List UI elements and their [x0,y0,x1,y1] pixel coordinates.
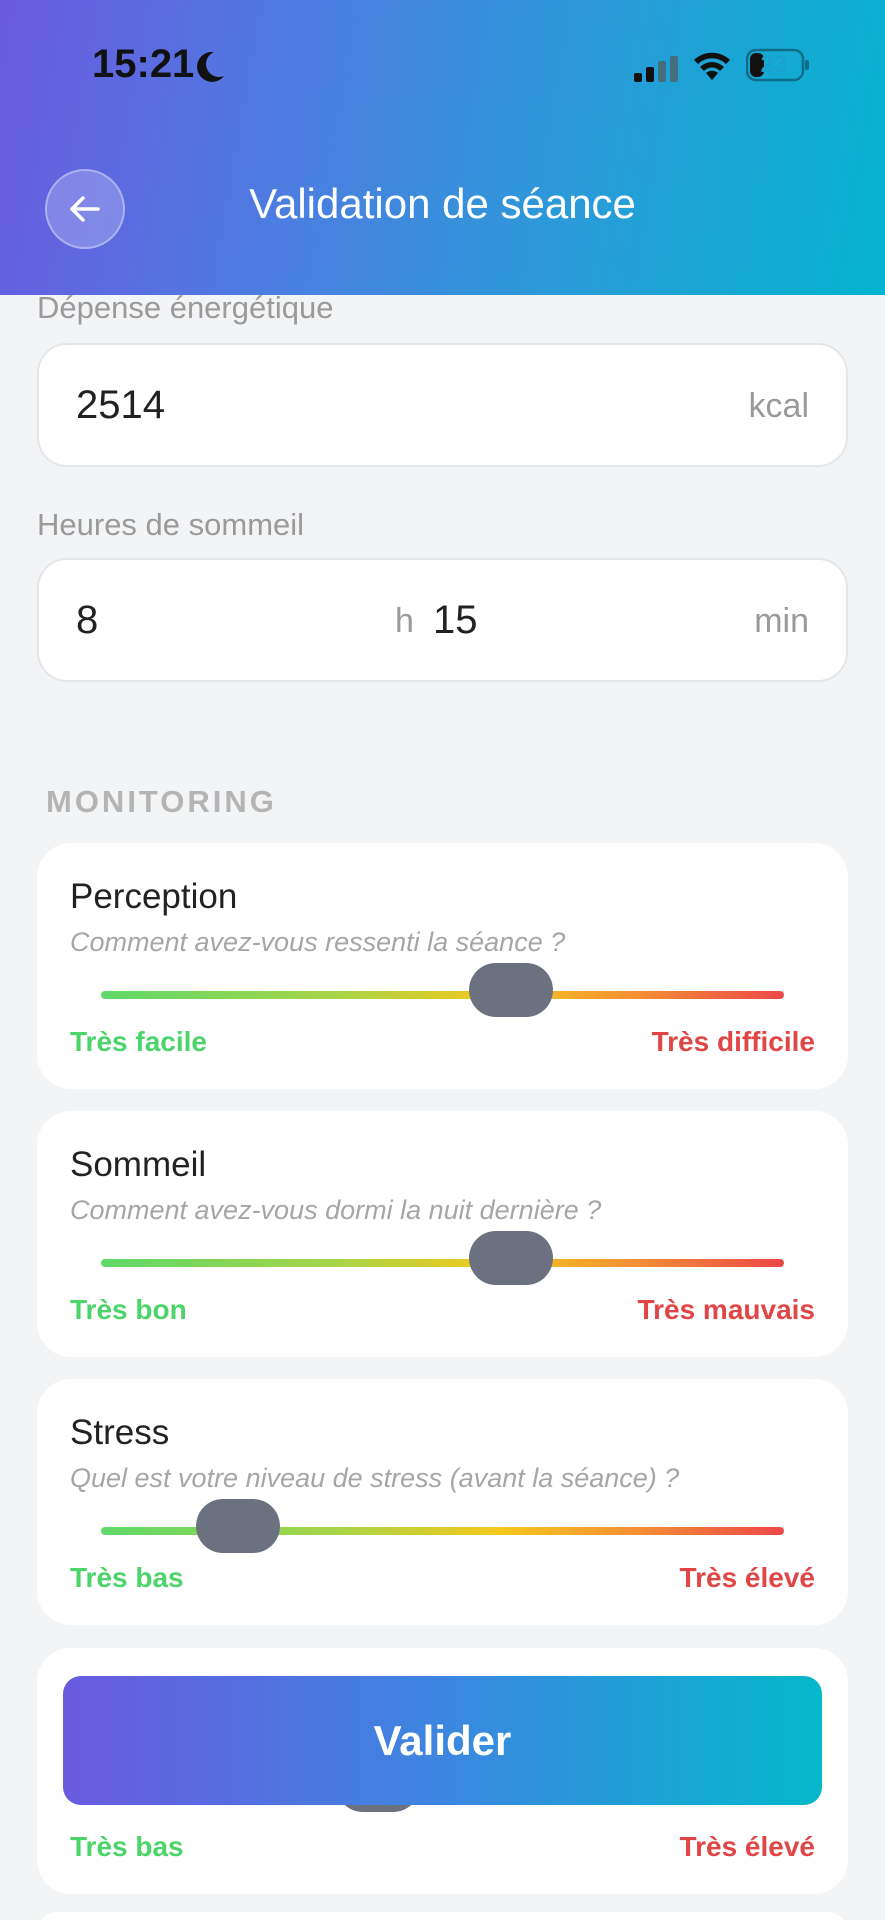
stress-title: Stress [70,1413,170,1452]
perception-max-label: Très difficile [651,1026,815,1057]
stress-min-label: Très bas [70,1562,184,1593]
sleep-max-label: Très mauvais [637,1294,815,1325]
monitoring-section-title: MONITORING [46,784,277,819]
sleep-card: Sommeil Comment avez-vous dormi la nuit … [37,1111,848,1357]
sleep-title: Sommeil [70,1145,207,1184]
next-card-edge [37,1912,848,1920]
sleep-subtitle: Comment avez-vous dormi la nuit dernière… [70,1195,602,1225]
battery-level: 23 [760,51,788,78]
energy-value[interactable]: 2514 [76,383,165,428]
extra-min-label: Très bas [70,1831,184,1862]
validate-card: Valider Très bas Très élevé [37,1648,848,1894]
sleep-slider-track[interactable] [101,1259,784,1267]
energy-label: Dépense énergétique [37,290,334,325]
energy-field[interactable]: 2514 kcal [37,343,848,467]
sleep-hours-field[interactable]: 8 h 15 min [37,558,848,682]
stress-max-label: Très élevé [679,1562,815,1593]
moon-icon [197,51,224,82]
minutes-unit: min [754,602,809,640]
validate-button[interactable]: Valider [63,1676,822,1805]
perception-card: Perception Comment avez-vous ressenti la… [37,843,848,1089]
status-bar: 15:21 23 [0,0,885,130]
stress-subtitle: Quel est votre niveau de stress (avant l… [70,1463,680,1493]
sleep-hours-label: Heures de sommeil [37,507,305,542]
perception-subtitle: Comment avez-vous ressenti la séance ? [70,927,566,957]
sleep-min-label: Très bon [70,1294,187,1325]
stress-card: Stress Quel est votre niveau de stress (… [37,1379,848,1625]
page-title: Validation de séance [249,180,636,227]
status-time: 15:21 [92,42,195,86]
wifi-icon [694,52,730,80]
hours-unit: h [395,602,414,640]
extra-max-label: Très élevé [679,1831,815,1862]
sleep-minutes-input[interactable]: 15 [433,598,478,643]
perception-slider-thumb[interactable] [468,963,553,1017]
sleep-slider-thumb[interactable] [468,1231,553,1285]
sleep-hours-input[interactable]: 8 [76,598,98,643]
perception-min-label: Très facile [70,1026,207,1057]
energy-unit: kcal [748,387,809,425]
stress-slider-thumb[interactable] [195,1499,280,1553]
app-header: 15:21 23 Validation de séance [0,0,885,295]
signal-icon [634,56,678,82]
perception-slider-track[interactable] [101,991,784,999]
perception-title: Perception [70,877,238,916]
